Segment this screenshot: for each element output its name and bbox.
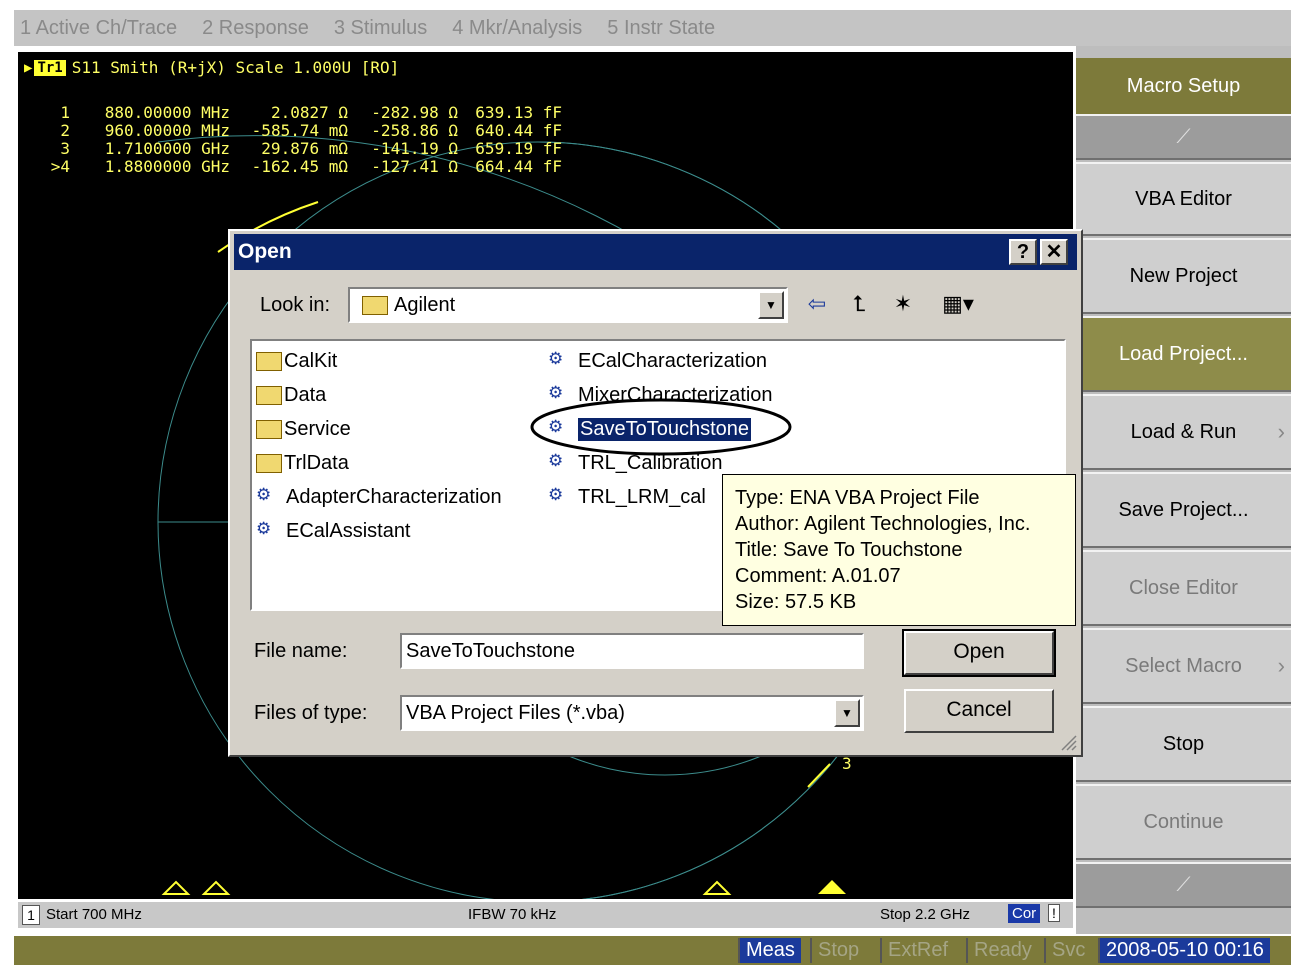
list-item[interactable]: Service: [256, 415, 351, 443]
softkey-scroll-up[interactable]: ⟋: [1076, 114, 1291, 160]
menu-bar: 1 Active Ch/Trace 2 Response 3 Stimulus …: [14, 10, 1291, 46]
list-item[interactable]: ⚙ ECalAssistant: [256, 517, 411, 545]
ifbw-value[interactable]: IFBW 70 kHz: [468, 906, 556, 923]
extref-indicator: ExtRef: [880, 938, 954, 963]
channel-number: 1: [22, 905, 40, 925]
chevron-down-icon[interactable]: ▼: [834, 699, 860, 727]
lookin-value: Agilent: [394, 293, 456, 316]
marker-row: 2 960.00000 MHz -585.74 mΩ -258.86 Ω 640.44 …: [60, 121, 562, 140]
folder-icon: [256, 453, 282, 473]
filetype-label: Files of type:: [254, 702, 368, 724]
instrument-status-bar: Meas Stop ExtRef Ready Svc 2008-05-10 00…: [14, 936, 1291, 965]
tooltip-size: Size: 57.5 KB: [735, 591, 857, 613]
softkey-scroll-down[interactable]: ⟋: [1076, 862, 1291, 908]
marker-table: 1 880.00000 MHz 2.0827 Ω -282.98 Ω 639.13 fF…: [48, 104, 562, 176]
dialog-title-bar[interactable]: Open ? ✕: [234, 234, 1077, 270]
help-button[interactable]: ?: [1009, 239, 1037, 265]
trace-badge[interactable]: Tr1: [34, 59, 66, 76]
list-item[interactable]: CalKit: [256, 347, 337, 375]
filename-label: File name:: [254, 640, 348, 662]
softkey-load-and-run[interactable]: Load & Run ›: [1076, 394, 1291, 470]
stop-frequency[interactable]: Stop 2.2 GHz: [880, 906, 970, 923]
up-arrow-icon: ⟋: [1176, 125, 1191, 148]
down-arrow-icon: ⟋: [1176, 873, 1191, 896]
resize-grip-icon[interactable]: [1057, 731, 1077, 751]
folder-icon: [362, 295, 388, 315]
submenu-arrow-icon: ›: [1277, 653, 1285, 678]
list-item[interactable]: TrlData: [256, 449, 349, 477]
menu-mkr-analysis[interactable]: 4 Mkr/Analysis: [452, 17, 582, 40]
active-marker-triangle: [818, 880, 846, 894]
marker-row: 3 1.7100000 GHz 29.876 mΩ -141.19 Ω 659.19 f…: [60, 139, 562, 158]
date-time: 2008-05-10 00:16: [1098, 938, 1270, 963]
softkey-label: Select Macro: [1125, 654, 1242, 677]
dialog-title: Open: [238, 240, 292, 263]
view-menu-icon[interactable]: ▦▾: [934, 291, 982, 319]
submenu-arrow-icon: ›: [1277, 419, 1285, 444]
softkey-stop[interactable]: Stop: [1076, 706, 1291, 782]
vba-project-icon: ⚙: [548, 349, 564, 368]
filetype-value: VBA Project Files (*.vba): [406, 702, 625, 724]
trace-header-text: S11 Smith (R+jX) Scale 1.000U [RO]: [71, 58, 400, 77]
active-trace-arrow-icon: ▶: [24, 59, 33, 76]
filetype-dropdown[interactable]: VBA Project Files (*.vba) ▼: [400, 695, 864, 731]
svc-indicator: Svc: [1044, 938, 1091, 963]
marker-triangle: [201, 880, 231, 895]
softkey-close-editor[interactable]: Close Editor: [1076, 550, 1291, 626]
cancel-button[interactable]: Cancel: [904, 689, 1054, 733]
filename-input[interactable]: SaveToTouchstone: [400, 633, 864, 669]
meas-indicator: Meas: [738, 938, 801, 963]
tooltip-type: Type: ENA VBA Project File: [735, 487, 980, 509]
marker-triangle: [161, 880, 191, 895]
tooltip-comment: Comment: A.01.07: [735, 565, 901, 587]
folder-icon: [256, 385, 282, 405]
marker-row: >4 1.8800000 GHz -162.45 mΩ -127.41 Ω 664.44…: [50, 157, 562, 176]
warning-flag: !: [1048, 904, 1060, 922]
vba-project-icon: ⚙: [256, 519, 272, 538]
softkey-save-project[interactable]: Save Project...: [1076, 472, 1291, 548]
up-folder-icon[interactable]: ⮤: [844, 291, 874, 319]
vba-project-icon: ⚙: [256, 485, 272, 504]
marker-row: 1 880.00000 MHz 2.0827 Ω -282.98 Ω 639.13 fF: [60, 103, 562, 122]
stop-indicator: Stop: [810, 938, 865, 963]
open-dialog: Open ? ✕ Look in: Agilent ▼ ⇦ ⮤ ✶ ▦▾ Cal…: [228, 229, 1083, 757]
correction-badge: Cor: [1008, 904, 1041, 923]
file-info-tooltip: Type: ENA VBA Project File Author: Agile…: [722, 474, 1076, 626]
softkey-continue[interactable]: Continue: [1076, 784, 1291, 860]
trace-line: [807, 763, 831, 788]
back-arrow-icon[interactable]: ⇦: [802, 291, 832, 319]
list-item[interactable]: ⚙ TRL_LRM_cal: [548, 483, 706, 511]
softkey-load-project[interactable]: Load Project...: [1076, 316, 1291, 392]
marker-triangle: [702, 880, 732, 895]
vba-project-icon: ⚙: [548, 485, 564, 504]
menu-instr-state[interactable]: 5 Instr State: [607, 17, 715, 40]
channel-status-bar: 1 Start 700 MHz IFBW 70 kHz Stop 2.2 GHz…: [18, 902, 1073, 928]
ready-indicator: Ready: [966, 938, 1038, 963]
folder-icon: [256, 351, 282, 371]
trace-header: ▶ Tr1 S11 Smith (R+jX) Scale 1.000U [RO]: [24, 58, 399, 77]
open-button[interactable]: Open: [902, 629, 1056, 677]
softkey-panel: Macro Setup ⟋ VBA Editor New Project Loa…: [1076, 46, 1291, 934]
softkey-vba-editor[interactable]: VBA Editor: [1076, 162, 1291, 236]
menu-response[interactable]: 2 Response: [202, 17, 309, 40]
chevron-down-icon[interactable]: ▼: [758, 291, 784, 319]
lookin-dropdown[interactable]: Agilent ▼: [348, 287, 788, 323]
folder-icon: [256, 419, 282, 439]
softkey-select-macro[interactable]: Select Macro ›: [1076, 628, 1291, 704]
list-item[interactable]: ⚙ AdapterCharacterization: [256, 483, 502, 511]
menu-stimulus[interactable]: 3 Stimulus: [334, 17, 427, 40]
tooltip-author: Author: Agilent Technologies, Inc.: [735, 513, 1031, 535]
new-folder-icon[interactable]: ✶: [888, 291, 918, 319]
menu-active-ch-trace[interactable]: 1 Active Ch/Trace: [20, 17, 177, 40]
tooltip-title: Title: Save To Touchstone: [735, 539, 963, 561]
softkey-label: Load & Run: [1130, 420, 1237, 443]
softkey-title: Macro Setup: [1076, 58, 1291, 114]
softkey-new-project[interactable]: New Project: [1076, 238, 1291, 314]
list-item[interactable]: Data: [256, 381, 326, 409]
highlight-ellipse: [530, 398, 792, 456]
list-item[interactable]: ⚙ ECalCharacterization: [548, 347, 767, 375]
close-button[interactable]: ✕: [1040, 239, 1068, 265]
start-frequency[interactable]: Start 700 MHz: [46, 906, 142, 923]
lookin-label: Look in:: [260, 294, 331, 316]
